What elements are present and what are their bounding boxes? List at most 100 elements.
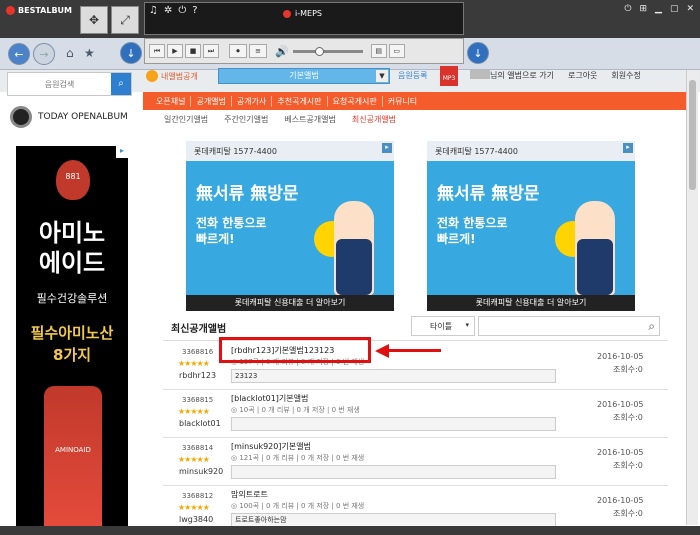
nav-item[interactable]: 커뮤니티 [383, 96, 422, 107]
power-icon[interactable]: ⏻ [624, 4, 631, 14]
play-icon[interactable]: ▶ [167, 44, 183, 58]
help-icon[interactable]: ? [192, 5, 197, 16]
ad-header: 롯데캐피탈 1577-4400 [427, 141, 635, 161]
album-date: 2016-10-05 [597, 448, 644, 457]
power-icon[interactable]: ⏻ [178, 5, 186, 16]
album-description: 트로트좋아하는맘 [231, 513, 556, 527]
tab-item[interactable]: 주간인기앨범 [224, 114, 268, 125]
nav-item[interactable]: 오픈채널 [151, 95, 192, 107]
nav-item[interactable]: 공개앨범 [191, 95, 232, 107]
maximize-icon[interactable]: ▢ [670, 4, 679, 14]
window-controls: ⏻ ⊞ ▁ ▢ ✕ [624, 4, 694, 14]
list-icon[interactable]: ≡ [249, 44, 267, 58]
eq-icon[interactable]: ▤ [370, 44, 387, 58]
account-edit-link[interactable]: 회원수정 [611, 70, 640, 81]
ad-info-icon[interactable]: ▸ [382, 143, 392, 153]
tab-item[interactable]: 베스트공개앨범 [284, 114, 336, 125]
download-icon[interactable]: ↓ [120, 42, 142, 64]
left-banner-ad[interactable]: ▸ 881 아미노 에이드 필수건강솔루션 필수아미노산 8가지 AMINOAID [16, 146, 128, 526]
album-user[interactable]: blacklot01 [179, 419, 221, 428]
volume-slider[interactable] [292, 46, 363, 56]
gear-icon[interactable]: ✲ [164, 5, 172, 16]
nav-item[interactable]: 요청곡게시판 [328, 95, 383, 107]
vertical-scrollbar[interactable] [686, 70, 698, 525]
ad-info-icon[interactable]: ▸ [116, 146, 128, 158]
search-icon[interactable]: ⌕ [648, 319, 655, 334]
stop-icon[interactable]: ■ [185, 44, 201, 58]
volume-icon: 🔊 [275, 44, 289, 58]
chevron-down-icon[interactable]: ▼ [376, 70, 388, 82]
record-icon[interactable]: ⏺ [229, 44, 247, 58]
ad-line2: 에이드 [38, 249, 106, 277]
screen-icon[interactable]: ▭ [388, 44, 405, 58]
album-id: 3368814 [182, 444, 214, 452]
banner-ad-1[interactable]: 롯데캐피탈 1577-4400 ▸ 無서류 無방문 전화 한통으로 빠르게! 롯데… [186, 141, 394, 311]
ad-sub2: 빠르게! [437, 232, 476, 246]
sort-select[interactable]: 타이틀 ▾ [411, 316, 475, 336]
expand-icon[interactable]: ⤢ [111, 6, 139, 34]
minimize-icon[interactable]: ▁ [655, 4, 662, 14]
username-blurred [470, 70, 490, 79]
album-search-input[interactable]: ⌕ [478, 316, 660, 336]
site-logo[interactable]: TODAY OPENALBUM [10, 104, 138, 130]
album-views: 조회수:0 [613, 509, 643, 518]
download-icon[interactable]: ↓ [467, 42, 489, 64]
ad-info-icon[interactable]: ▸ [623, 143, 633, 153]
rating-stars-icon: ★★★★★ [178, 359, 210, 368]
mini-player: ♫ ✲ ⏻? i-MEPS [144, 2, 464, 35]
go-my-album-link[interactable]: 님의 앨범으로 가기 [490, 70, 554, 81]
ad-header: 롯데캐피탈 1577-4400 [186, 141, 394, 161]
prev-icon[interactable]: ⏮ [149, 44, 165, 58]
album-id: 3368812 [182, 492, 214, 500]
album-meta-text: 121곡 | 0 개 리뷰 | 0 개 저장 | 0 번 재생 [239, 454, 365, 462]
close-icon[interactable]: ✕ [686, 4, 694, 14]
product-name: AMINOAID [55, 446, 91, 454]
rating-stars-icon: ★★★★★ [178, 407, 210, 416]
ad-sub1: 전화 한통으로 [437, 216, 508, 230]
forward-icon[interactable]: → [33, 43, 55, 65]
banner-ad-2[interactable]: 롯데캐피탈 1577-4400 ▸ 無서류 無방문 전화 한통으로 빠르게! 롯데… [427, 141, 635, 311]
album-meta: ◎ 121곡 | 0 개 리뷰 | 0 개 저장 | 0 번 재생 [231, 453, 364, 463]
sort-label: 타이틀 [430, 322, 453, 331]
product-bottle: AMINOAID [44, 386, 102, 526]
register-music-link[interactable]: 음원등록 [398, 70, 427, 81]
logout-link[interactable]: 로그아웃 [568, 70, 597, 81]
album-description [231, 417, 556, 431]
search-input[interactable] [8, 73, 111, 95]
back-icon[interactable]: ← [8, 43, 30, 65]
player-logo-icon [283, 9, 291, 18]
album-title[interactable]: [minsuk920]기본앨범 [231, 441, 311, 452]
album-title[interactable]: [blacklot01]기본앨범 [231, 393, 308, 404]
album-select[interactable]: 기본앨범 ▼ [218, 68, 390, 84]
album-views: 조회수:0 [613, 365, 643, 374]
nav-item[interactable]: 공개가사 [232, 95, 273, 107]
album-open-toggle[interactable]: 내앨범공개 [146, 68, 216, 84]
next-icon[interactable]: ⏭ [203, 44, 219, 58]
logo-dot-icon [6, 6, 15, 15]
nav-item[interactable]: 추천곡게시판 [272, 95, 328, 107]
pin-icon[interactable]: ⊞ [639, 4, 647, 14]
album-views: 조회수:0 [613, 461, 643, 470]
search-icon[interactable]: ⌕ [111, 73, 131, 95]
favorite-icon[interactable]: ★ [84, 46, 95, 60]
music-add-icon[interactable]: ♫ [149, 5, 158, 16]
mp3-label: MP3 [442, 75, 456, 82]
album-user[interactable]: lwg3840 [179, 515, 213, 524]
album-user[interactable]: rbdhr123 [179, 371, 216, 380]
tab-item[interactable]: 최신공개앨범 [352, 114, 396, 125]
highlight-box [219, 337, 371, 363]
home-icon[interactable]: ⌂ [66, 46, 74, 60]
shrink-icon[interactable]: ✥ [80, 6, 108, 34]
tab-item[interactable]: 일간인기앨범 [164, 114, 208, 125]
album-meta: ◎ 10곡 | 0 개 리뷰 | 0 개 저장 | 0 번 재생 [231, 405, 360, 415]
disc-icon [10, 106, 32, 128]
app-name: BESTALBUM [18, 6, 73, 15]
mp3-upload-icon[interactable]: MP3 [440, 66, 458, 86]
album-title[interactable]: 맘의트로트 [231, 489, 268, 500]
ad-headline: 無서류 無방문 [437, 184, 540, 204]
album-meta: ◎ 100곡 | 0 개 리뷰 | 0 개 저장 | 0 번 재생 [231, 501, 364, 511]
album-user[interactable]: minsuk920 [179, 467, 223, 476]
rating-stars-icon: ★★★★★ [178, 455, 210, 464]
site-logo-text: TODAY OPENALBUM [38, 112, 128, 122]
app-bottom-bar [0, 526, 700, 535]
